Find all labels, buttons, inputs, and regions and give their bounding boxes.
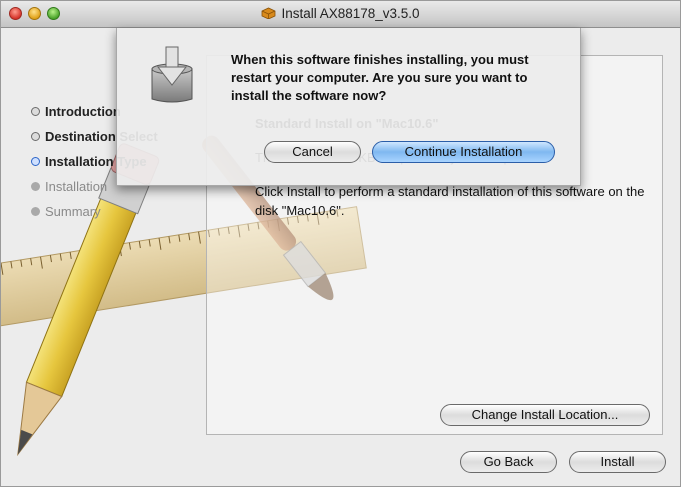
window-title: Install AX88178_v3.5.0 [281, 6, 420, 21]
restart-confirmation-sheet: When this software finishes installing, … [116, 28, 581, 186]
panel-instruction-text: Click Install to perform a standard inst… [255, 184, 645, 218]
step-summary: Summary [31, 199, 158, 224]
cancel-button[interactable]: Cancel [264, 141, 361, 163]
package-icon [262, 7, 276, 19]
step-done-bullet-icon [31, 132, 40, 141]
change-install-location-button[interactable]: Change Install Location... [440, 404, 650, 426]
go-back-button[interactable]: Go Back [460, 451, 557, 473]
installer-package-icon [151, 46, 193, 103]
window-title-container: Install AX88178_v3.5.0 [1, 6, 680, 21]
step-current-bullet-icon [31, 157, 40, 166]
install-button[interactable]: Install [569, 451, 666, 473]
title-bar[interactable]: Install AX88178_v3.5.0 [1, 1, 680, 28]
dialog-message: When this software finishes installing, … [231, 52, 529, 103]
step-done-bullet-icon [31, 107, 40, 116]
step-future-bullet-icon [31, 182, 40, 191]
installer-window: Install AX88178_v3.5.0 Introduction Dest… [0, 0, 681, 487]
step-future-bullet-icon [31, 207, 40, 216]
continue-installation-button[interactable]: Continue Installation [372, 141, 555, 163]
